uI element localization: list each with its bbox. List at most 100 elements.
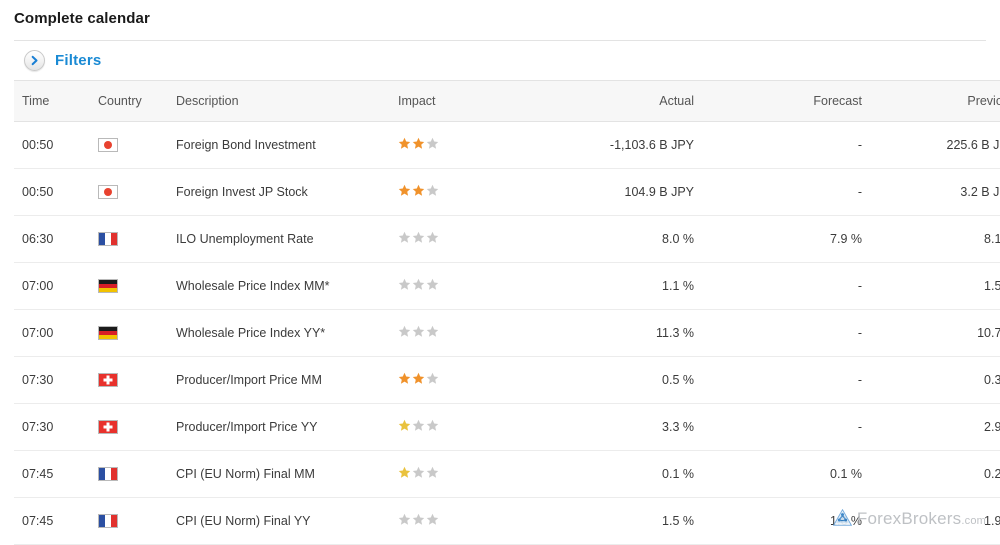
table-row[interactable]: 00:50 Foreign Invest JP Stock 104.9 B JPY -…: [14, 168, 1000, 216]
cell-country: [96, 309, 172, 357]
cell-country: [96, 356, 172, 404]
cell-description[interactable]: Producer/Import Price MM: [172, 356, 396, 404]
column-header-description[interactable]: Description: [172, 80, 396, 122]
filters-bar: Filters: [14, 40, 986, 80]
impact-star: [398, 325, 411, 338]
cell-time: 00:50: [14, 168, 96, 216]
column-header-time[interactable]: Time: [14, 80, 96, 122]
table-row[interactable]: 00:50 Foreign Bond Investment -1,103.6 B J…: [14, 121, 1000, 169]
impact-star: [398, 137, 411, 150]
impact-star: [426, 419, 439, 432]
impact-stars: [398, 137, 439, 150]
table-row[interactable]: 07:45 CPI (EU Norm) Final MM 0.1 % 0.1 % 0.2…: [14, 450, 1000, 498]
column-header-actual[interactable]: Actual: [520, 80, 712, 122]
chevron-right-icon[interactable]: [24, 50, 45, 71]
impact-stars: [398, 325, 439, 338]
impact-star: [412, 513, 425, 526]
cell-time: 07:30: [14, 403, 96, 451]
impact-star: [412, 419, 425, 432]
impact-stars: [398, 184, 439, 197]
table-row[interactable]: 06:30 ILO Unemployment Rate 8.0 % 7.9 % 8.1 …: [14, 215, 1000, 263]
table-row[interactable]: 07:30 Producer/Import Price MM 0.5 %-0.3 %: [14, 356, 1000, 404]
cell-country: [96, 215, 172, 263]
cell-actual: 11.3 %: [520, 309, 712, 357]
impact-star: [398, 372, 411, 385]
cell-time: 07:00: [14, 309, 96, 357]
cell-previous: 0.2 %: [880, 450, 1000, 498]
column-header-forecast[interactable]: Forecast: [712, 80, 880, 122]
column-header-impact[interactable]: Impact: [396, 80, 520, 122]
cell-impact: [396, 121, 520, 169]
impact-star: [398, 184, 411, 197]
cell-time: 00:50: [14, 121, 96, 169]
impact-star: [398, 466, 411, 479]
cell-time: 07:45: [14, 497, 96, 545]
cell-time: 07:00: [14, 262, 96, 310]
impact-stars: [398, 231, 439, 244]
table-row[interactable]: 07:30 Producer/Import Price YY 3.3 %-2.9 %: [14, 403, 1000, 451]
impact-star: [426, 137, 439, 150]
impact-star: [426, 184, 439, 197]
cell-previous: 10.7 %: [880, 309, 1000, 357]
impact-star: [398, 231, 411, 244]
cell-previous: 2.9 %: [880, 403, 1000, 451]
cell-impact: [396, 215, 520, 263]
filters-toggle[interactable]: Filters: [24, 50, 101, 71]
cell-actual: 104.9 B JPY: [520, 168, 712, 216]
flag-icon-jp: [98, 185, 118, 200]
table-body: 00:50 Foreign Bond Investment -1,103.6 B J…: [14, 121, 1000, 545]
column-header-previous[interactable]: Previous: [880, 80, 1000, 122]
cell-description[interactable]: Foreign Bond Investment: [172, 121, 396, 169]
impact-stars: [398, 466, 439, 479]
impact-star: [426, 466, 439, 479]
flag-icon-ch: [98, 373, 118, 388]
complete-calendar-page: Complete calendar Filters Time Country D…: [0, 0, 1000, 545]
cell-previous: 3.2 B JPY: [880, 168, 1000, 216]
cell-description[interactable]: CPI (EU Norm) Final YY: [172, 497, 396, 545]
cell-forecast: 7.9 %: [712, 215, 880, 263]
cell-forecast: 0.1 %: [712, 450, 880, 498]
cell-forecast: -: [712, 262, 880, 310]
cell-time: 07:45: [14, 450, 96, 498]
cell-time: 06:30: [14, 215, 96, 263]
impact-star: [412, 137, 425, 150]
impact-stars: [398, 372, 439, 385]
cell-previous: 0.3 %: [880, 356, 1000, 404]
cell-description[interactable]: CPI (EU Norm) Final MM: [172, 450, 396, 498]
cell-description[interactable]: ILO Unemployment Rate: [172, 215, 396, 263]
cell-description[interactable]: Wholesale Price Index MM*: [172, 262, 396, 310]
cell-time: 07:30: [14, 356, 96, 404]
cell-impact: [396, 403, 520, 451]
impact-star: [412, 372, 425, 385]
cell-forecast: -: [712, 356, 880, 404]
cell-actual: 3.3 %: [520, 403, 712, 451]
cell-country: [96, 262, 172, 310]
filters-label: Filters: [55, 52, 102, 69]
impact-star: [426, 325, 439, 338]
cell-description[interactable]: Wholesale Price Index YY*: [172, 309, 396, 357]
page-title: Complete calendar: [14, 10, 150, 27]
table-row[interactable]: 07:00 Wholesale Price Index YY* 11.3 % -10.…: [14, 309, 1000, 357]
impact-stars: [398, 278, 439, 291]
cell-actual: 8.0 %: [520, 215, 712, 263]
cell-description[interactable]: Foreign Invest JP Stock: [172, 168, 396, 216]
table-row[interactable]: 07:45 CPI (EU Norm) Final YY 1.5 % 1.6 % 1.9…: [14, 497, 1000, 545]
cell-description[interactable]: Producer/Import Price YY: [172, 403, 396, 451]
impact-star: [412, 184, 425, 197]
cell-forecast: 1.6 %: [712, 497, 880, 545]
flag-icon-de: [98, 279, 118, 294]
impact-stars: [398, 419, 439, 432]
cell-country: [96, 450, 172, 498]
cell-forecast: -: [712, 121, 880, 169]
cell-actual: 1.5 %: [520, 497, 712, 545]
column-header-country[interactable]: Country: [96, 80, 172, 122]
cell-previous: 225.6 B JPY: [880, 121, 1000, 169]
flag-icon-fr: [98, 232, 118, 247]
impact-star: [426, 372, 439, 385]
cell-actual: -1,103.6 B JPY: [520, 121, 712, 169]
cell-impact: [396, 309, 520, 357]
table-row[interactable]: 07:00 Wholesale Price Index MM* 1.1 % -1.5 …: [14, 262, 1000, 310]
economic-calendar-table: Time Country Description Impact Actual F…: [14, 80, 1000, 545]
table-header-row: Time Country Description Impact Actual F…: [14, 80, 1000, 122]
impact-stars: [398, 513, 439, 526]
